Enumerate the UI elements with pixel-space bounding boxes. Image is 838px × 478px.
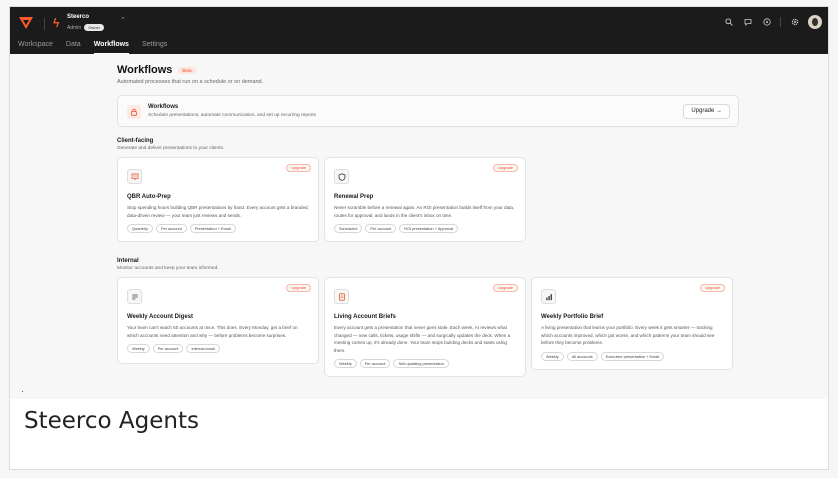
section-client-facing: Client-facing Generate and deliver prese… [117, 138, 739, 242]
card-tags: Scheduled Per account ROI presentation +… [334, 224, 516, 233]
card-tag: Weekly [541, 351, 564, 361]
shield-icon [334, 169, 349, 184]
org-name[interactable]: Steerco [67, 14, 89, 20]
card-tag: Executive presentation + Email [600, 351, 665, 361]
card-tag: Quarterly [127, 224, 153, 233]
section-title: Client-facing [117, 138, 154, 144]
gear-icon[interactable] [789, 17, 800, 28]
card-upgrade-badge[interactable]: Upgrade [286, 164, 311, 172]
section-internal: Internal Monitor accounts and keep your … [117, 258, 739, 377]
top-actions-divider [780, 17, 781, 27]
card-tag: All accounts [566, 351, 598, 361]
card-title: Renewal Prep [334, 194, 374, 200]
card-tag: Internal email [186, 344, 220, 353]
workflow-card-weekly-portfolio-brief[interactable]: Upgrade Weekly Portfolio Brief A living … [531, 277, 733, 370]
card-tags: Weekly Per account Self-updating present… [334, 359, 516, 368]
app-window: ϟ Steerco Admin Owner ⌃ Workspace Data Wo… [10, 7, 828, 399]
card-description: Every account gets a presentation that n… [334, 325, 511, 353]
nav-tab-data[interactable]: Data [66, 40, 81, 54]
card-tag: Presentation + Email [189, 224, 236, 233]
role-badge: Owner [84, 24, 104, 31]
card-title: QBR Auto-Prep [127, 194, 171, 200]
card-tag: Per account [152, 344, 184, 353]
org-switcher-chevron-icon[interactable]: ⌃ [120, 16, 126, 24]
section-title: Internal [117, 258, 139, 264]
card-description: Stop spending hours building QBR present… [127, 205, 309, 218]
beta-badge: Beta [178, 66, 196, 74]
card-row: Upgrade Weekly Account Digest Your team … [117, 277, 739, 377]
nav-tab-workspace[interactable]: Workspace [18, 40, 53, 54]
page-subtitle: Automated processes that run on a schedu… [117, 79, 264, 85]
card-upgrade-badge[interactable]: Upgrade [493, 164, 518, 172]
user-avatar[interactable] [808, 15, 822, 29]
page-title-text: Workflows [117, 64, 173, 76]
card-description: Never scramble before a renewal again. A… [334, 205, 515, 218]
nav-tab-settings[interactable]: Settings [142, 40, 167, 54]
card-tags: Weekly Per account Internal email [127, 344, 309, 353]
main-content: Workflows Beta Automated processes that … [117, 64, 739, 377]
main-nav: Workspace Data Workflows Settings [18, 40, 180, 54]
header-divider [44, 18, 45, 30]
card-tag: Weekly [127, 344, 150, 353]
card-tag: Scheduled [334, 224, 363, 233]
workflow-card-renewal-prep[interactable]: Upgrade Renewal Prep Never scramble befo… [324, 157, 526, 242]
upgrade-banner: Workflows Schedule presentations, automa… [117, 95, 739, 127]
top-actions [715, 15, 822, 29]
top-bar: ϟ Steerco Admin Owner ⌃ Workspace Data Wo… [10, 7, 828, 54]
banner-title: Workflows [148, 104, 179, 110]
workflow-card-qbr-auto-prep[interactable]: Upgrade QBR Auto-Prep Stop spending hour… [117, 157, 319, 242]
lock-icon [127, 105, 141, 119]
upgrade-button[interactable]: Upgrade → [683, 104, 730, 119]
card-upgrade-badge[interactable]: Upgrade [286, 284, 311, 292]
card-upgrade-badge[interactable]: Upgrade [700, 284, 725, 292]
bar-chart-icon [541, 289, 556, 304]
bolt-icon: ϟ [53, 16, 60, 30]
org-role-label: Admin [67, 24, 82, 31]
section-subtitle: Generate and deliver presentations to yo… [117, 146, 225, 151]
chat-icon[interactable] [742, 17, 753, 28]
card-tags: Quarterly Per account Presentation + Ema… [127, 224, 309, 233]
card-description: A living presentation that learns your p… [541, 325, 715, 345]
nav-tab-workflows[interactable]: Workflows [93, 40, 129, 54]
card-title: Weekly Portfolio Brief [541, 314, 604, 320]
card-row: Upgrade QBR Auto-Prep Stop spending hour… [117, 157, 739, 242]
card-upgrade-badge[interactable]: Upgrade [493, 284, 518, 292]
workflow-card-weekly-account-digest[interactable]: Upgrade Weekly Account Digest Your team … [117, 277, 319, 364]
document-icon [334, 289, 349, 304]
card-title: Weekly Account Digest [127, 314, 194, 320]
card-tag: Self-updating presentation [393, 359, 449, 368]
section-subtitle: Monitor accounts and keep your team info… [117, 266, 219, 271]
search-icon[interactable] [723, 17, 734, 28]
card-tag: Per account [365, 224, 397, 233]
list-icon [127, 289, 142, 304]
caption: Steerco Agents [24, 408, 199, 434]
stray-dot [22, 391, 23, 392]
card-tag: ROI presentation + Approval [399, 224, 459, 233]
steerco-logo-icon[interactable] [18, 16, 34, 30]
page-title: Workflows Beta [117, 64, 739, 76]
card-title: Living Account Briefs [334, 314, 396, 320]
card-tag: Per account [156, 224, 187, 233]
workflow-card-living-account-briefs[interactable]: Upgrade Living Account Briefs Every acco… [324, 277, 526, 377]
card-tag: Per account [359, 359, 391, 368]
banner-description: Schedule presentations, automate communi… [148, 113, 316, 118]
card-tags: Weekly All accounts Executive presentati… [541, 351, 723, 361]
card-description: Your team can't watch 50 accounts at onc… [127, 325, 298, 338]
presentation-icon [127, 169, 142, 184]
org-role: Admin Owner [67, 24, 104, 31]
card-tag: Weekly [334, 359, 357, 368]
help-icon[interactable] [761, 17, 772, 28]
